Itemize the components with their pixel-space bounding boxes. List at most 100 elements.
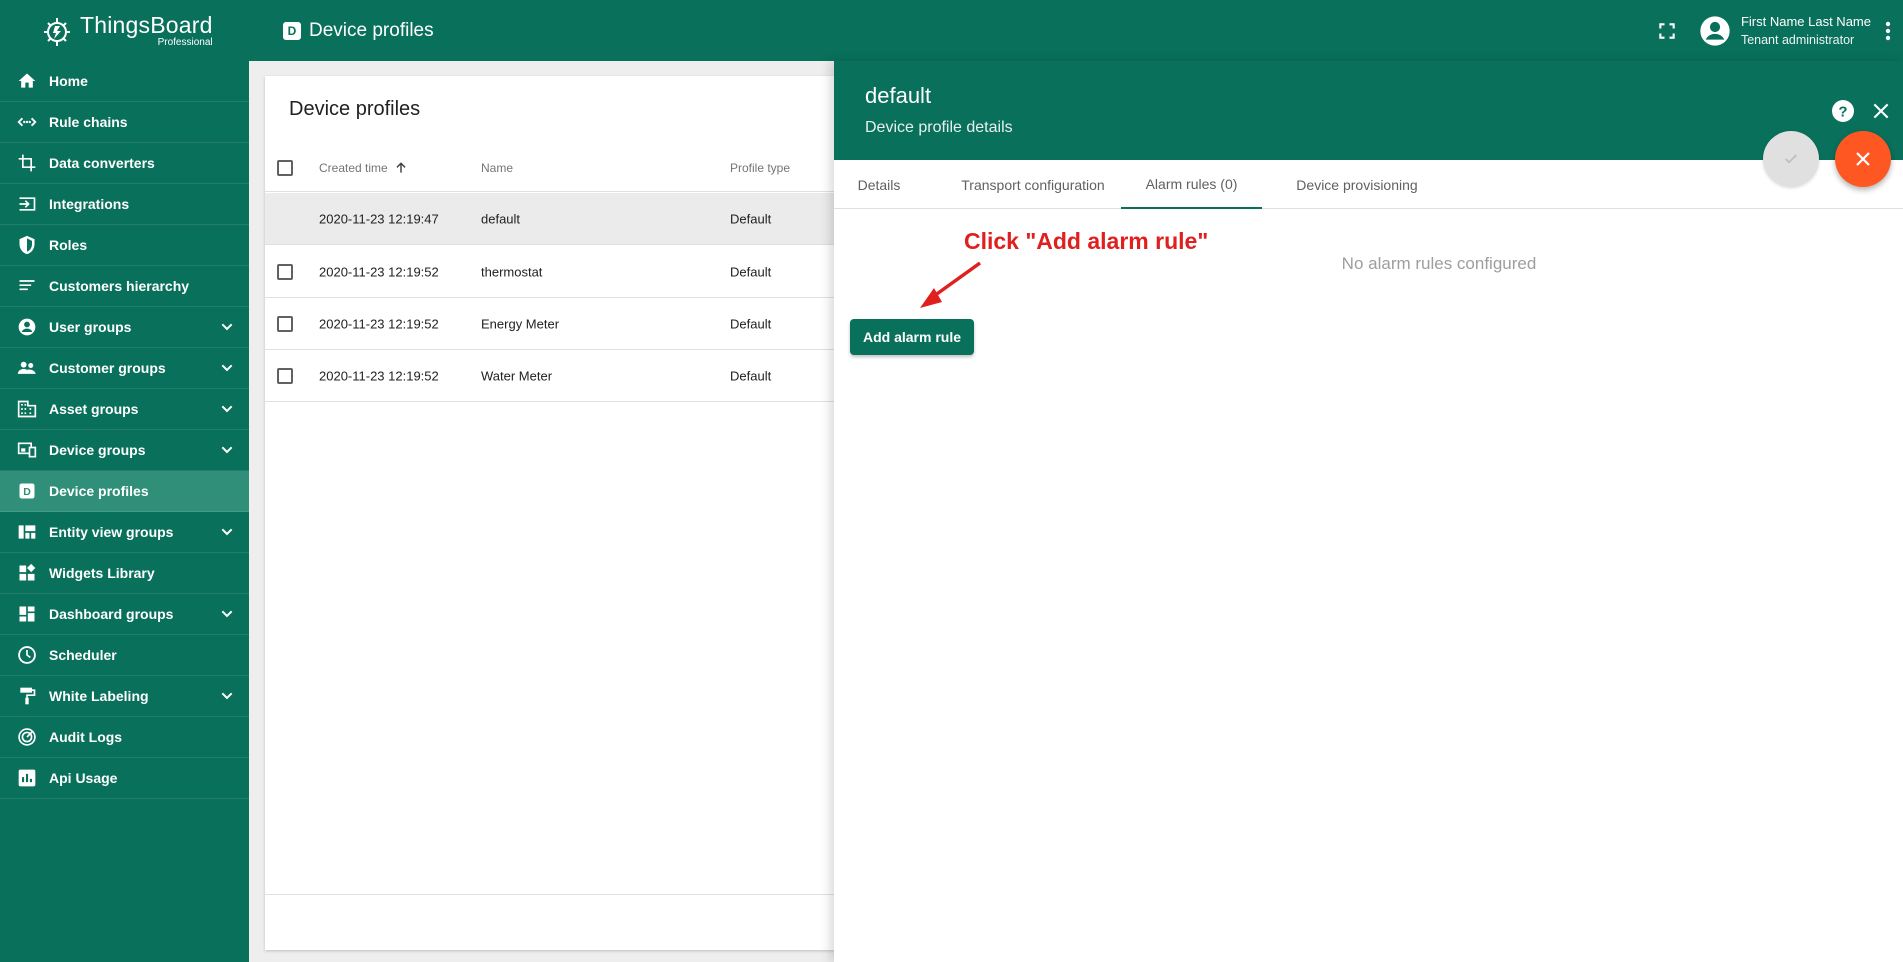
row-name: default <box>481 211 521 226</box>
sidebar-item-home[interactable]: Home <box>0 61 249 102</box>
row-created-time: 2020-11-23 12:19:47 <box>319 211 439 226</box>
device-profile-icon: D <box>16 480 38 502</box>
people-icon <box>16 357 38 379</box>
table-row[interactable]: 2020-11-23 12:19:52 thermostat Default <box>265 246 835 298</box>
sidebar-item-label: Api Usage <box>49 770 118 786</box>
panel-tabs: Details Transport configuration Alarm ru… <box>834 160 1903 209</box>
row-created-time: 2020-11-23 12:19:52 <box>319 316 439 331</box>
tab-transport-configuration[interactable]: Transport configuration <box>948 160 1118 209</box>
sidebar-item-label: Home <box>49 73 88 89</box>
tab-device-provisioning[interactable]: Device provisioning <box>1274 160 1440 209</box>
panel-subtitle: Device profile details <box>865 119 1013 136</box>
more-vert-icon[interactable] <box>1885 21 1891 41</box>
sidebar-item-data-converters[interactable]: Data converters <box>0 143 249 184</box>
device-profiles-table-card: Device profiles Created time Name Profil… <box>265 76 835 950</box>
sidebar-item-entity-view-groups[interactable]: Entity view groups <box>0 512 249 553</box>
row-checkbox[interactable] <box>277 367 293 384</box>
sidebar-item-label: Asset groups <box>49 401 139 417</box>
fullscreen-icon[interactable] <box>1657 21 1677 41</box>
sidebar: ThingsBoard Professional Home Rule chain… <box>0 0 249 962</box>
sidebar-item-integrations[interactable]: Integrations <box>0 184 249 225</box>
insert-chart-icon <box>16 767 38 789</box>
clock-icon <box>16 644 38 666</box>
chevron-down-icon[interactable] <box>219 360 235 381</box>
device-profile-details-panel: default Device profile details ? Details… <box>834 61 1903 962</box>
sidebar-item-dashboard-groups[interactable]: Dashboard groups <box>0 594 249 635</box>
widgets-icon <box>16 562 38 584</box>
table-header: Created time Name Profile type <box>265 144 835 192</box>
chevron-down-icon[interactable] <box>219 319 235 340</box>
sidebar-item-rule-chains[interactable]: Rule chains <box>0 102 249 143</box>
sidebar-item-customer-groups[interactable]: Customer groups <box>0 348 249 389</box>
sidebar-item-customers-hierarchy[interactable]: Customers hierarchy <box>0 266 249 307</box>
table-row[interactable]: 2020-11-23 12:19:52 Water Meter Default <box>265 350 835 402</box>
shield-icon <box>16 234 38 256</box>
user-role: Tenant administrator <box>1740 33 1855 47</box>
row-created-time: 2020-11-23 12:19:52 <box>319 368 439 383</box>
sidebar-item-label: Integrations <box>49 196 130 212</box>
rule-chains-icon <box>16 111 38 133</box>
column-profile-type[interactable]: Profile type <box>730 161 790 175</box>
panel-title: default <box>865 83 932 108</box>
sidebar-item-label: Customers hierarchy <box>49 278 190 294</box>
empty-alarm-rules-message: No alarm rules configured <box>1341 254 1537 273</box>
sidebar-item-scheduler[interactable]: Scheduler <box>0 635 249 676</box>
top-bar: D Device profiles First Name Last Name T… <box>249 0 1903 61</box>
svg-text:D: D <box>23 486 31 498</box>
row-profile-type: Default <box>730 316 772 331</box>
cancel-edit-button[interactable] <box>1835 131 1891 187</box>
select-all-checkbox[interactable] <box>277 159 293 176</box>
sidebar-item-label: Device groups <box>49 442 146 458</box>
sidebar-item-label: Scheduler <box>49 647 117 663</box>
row-checkbox[interactable] <box>277 315 293 332</box>
brand-name: ThingsBoard <box>80 11 213 38</box>
svg-text:?: ? <box>1838 104 1847 121</box>
close-icon <box>1856 152 1870 166</box>
arrow-up-icon <box>396 161 406 173</box>
logo[interactable]: ThingsBoard Professional <box>0 0 249 61</box>
paint-roller-icon <box>16 685 38 707</box>
sidebar-item-api-usage[interactable]: Api Usage <box>0 758 249 799</box>
chevron-down-icon[interactable] <box>219 606 235 627</box>
close-icon[interactable] <box>1871 101 1891 121</box>
check-icon <box>1785 154 1797 164</box>
thingsboard-logo-icon <box>44 17 70 46</box>
sidebar-item-audit-logs[interactable]: Audit Logs <box>0 717 249 758</box>
chevron-down-icon[interactable] <box>219 688 235 709</box>
devices-icon <box>16 439 38 461</box>
sidebar-item-label: Roles <box>49 237 88 253</box>
tab-alarm-rules[interactable]: Alarm rules (0) <box>1121 160 1262 209</box>
chevron-down-icon[interactable] <box>219 442 235 463</box>
sidebar-item-device-groups[interactable]: Device groups <box>0 430 249 471</box>
table-row[interactable]: 2020-11-23 12:19:47 default Default <box>265 193 835 245</box>
add-alarm-rule-button[interactable]: Add alarm rule <box>850 319 974 355</box>
brand-edition: Professional <box>157 36 213 48</box>
data-converters-icon <box>16 152 38 174</box>
sidebar-item-white-labeling[interactable]: White Labeling <box>0 676 249 717</box>
tab-details[interactable]: Details <box>834 160 924 209</box>
sidebar-item-roles[interactable]: Roles <box>0 225 249 266</box>
sidebar-item-label: Data converters <box>49 155 155 171</box>
user-info[interactable]: First Name Last Name Tenant administrato… <box>1741 14 1871 47</box>
home-icon <box>16 70 38 92</box>
table-row[interactable]: 2020-11-23 12:19:52 Energy Meter Default <box>265 298 835 350</box>
row-checkbox[interactable] <box>277 263 293 280</box>
sidebar-item-label: User groups <box>49 319 132 335</box>
row-profile-type: Default <box>730 264 772 279</box>
sidebar-item-asset-groups[interactable]: Asset groups <box>0 389 249 430</box>
panel-header: default Device profile details ? <box>834 61 1903 160</box>
chevron-down-icon[interactable] <box>219 524 235 545</box>
chevron-down-icon[interactable] <box>219 401 235 422</box>
annotation-arrow-icon <box>920 261 982 308</box>
sidebar-item-user-groups[interactable]: User groups <box>0 307 249 348</box>
column-name[interactable]: Name <box>481 161 513 175</box>
row-profile-type: Default <box>730 211 772 226</box>
device-profile-icon: D <box>283 21 301 40</box>
avatar[interactable] <box>1699 15 1731 47</box>
help-icon[interactable]: ? <box>1831 99 1855 123</box>
column-created-time[interactable]: Created time <box>319 161 408 175</box>
row-profile-type: Default <box>730 368 772 383</box>
save-button[interactable] <box>1763 131 1819 187</box>
sidebar-item-widgets-library[interactable]: Widgets Library <box>0 553 249 594</box>
sidebar-item-device-profiles[interactable]: D Device profiles <box>0 471 249 512</box>
